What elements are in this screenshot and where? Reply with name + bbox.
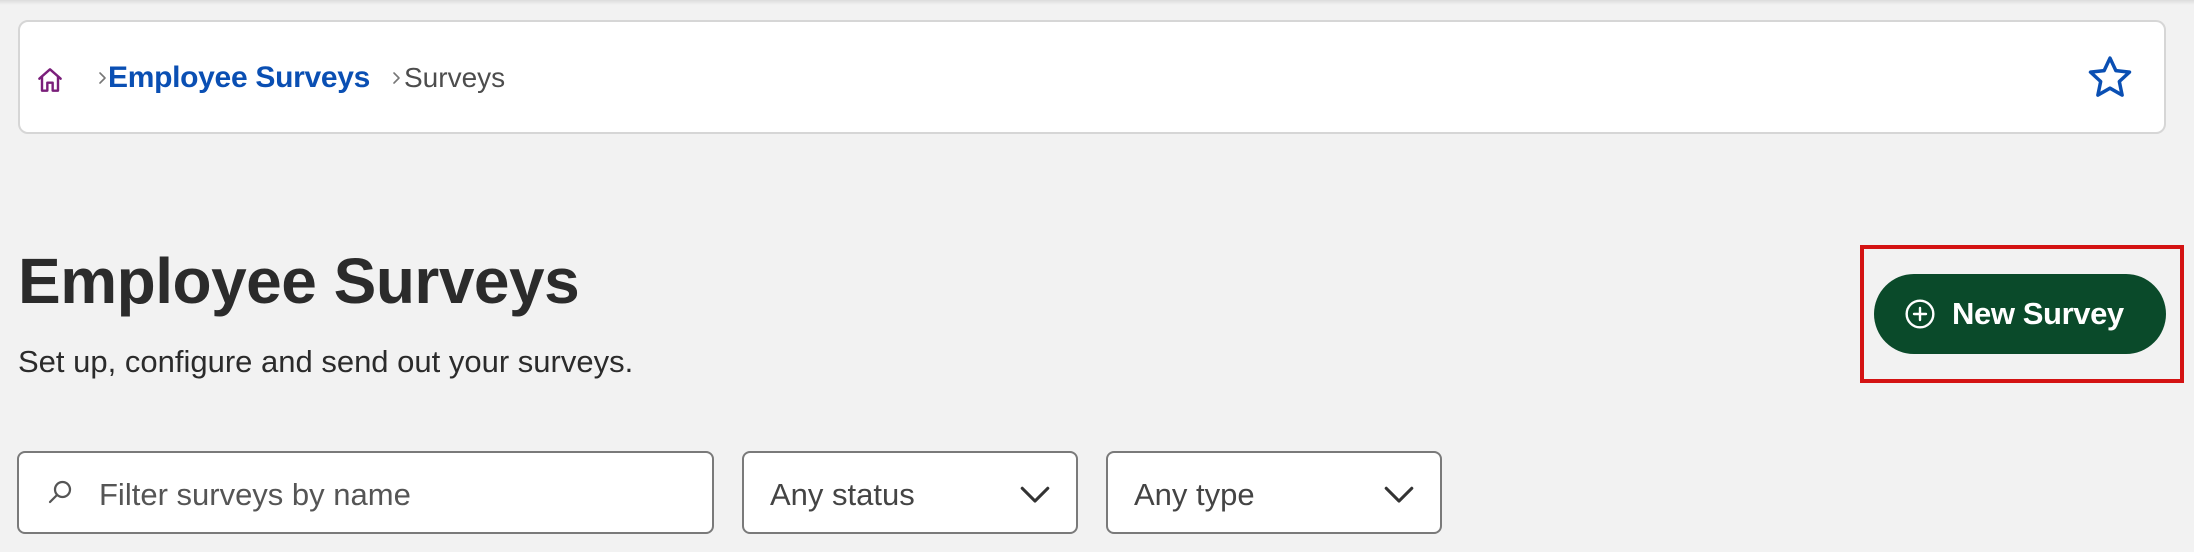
top-shadow bbox=[0, 0, 2194, 5]
status-select[interactable]: Any status bbox=[742, 451, 1078, 534]
search-input[interactable]: Filter surveys by name bbox=[17, 451, 714, 534]
breadcrumb: Employee Surveys Surveys bbox=[18, 20, 2166, 134]
plus-circle-icon bbox=[1905, 299, 1935, 329]
page-subtitle: Set up, configure and send out your surv… bbox=[18, 344, 634, 379]
star-icon[interactable] bbox=[2084, 52, 2136, 104]
type-select[interactable]: Any type bbox=[1106, 451, 1442, 534]
search-icon bbox=[48, 480, 72, 504]
chevron-down-icon bbox=[1384, 486, 1414, 503]
home-icon[interactable] bbox=[34, 64, 66, 96]
type-select-value: Any type bbox=[1134, 477, 1255, 512]
chevron-down-icon bbox=[1020, 486, 1050, 503]
search-placeholder: Filter surveys by name bbox=[99, 477, 411, 512]
breadcrumb-link-employee-surveys[interactable]: Employee Surveys bbox=[108, 61, 370, 95]
status-select-value: Any status bbox=[770, 477, 915, 512]
new-survey-label: New Survey bbox=[1952, 296, 2124, 331]
breadcrumb-separator-icon bbox=[393, 72, 400, 84]
breadcrumb-current: Surveys bbox=[404, 62, 506, 93]
page-title: Employee Surveys bbox=[18, 245, 580, 317]
new-survey-button[interactable]: New Survey bbox=[1874, 274, 2166, 354]
